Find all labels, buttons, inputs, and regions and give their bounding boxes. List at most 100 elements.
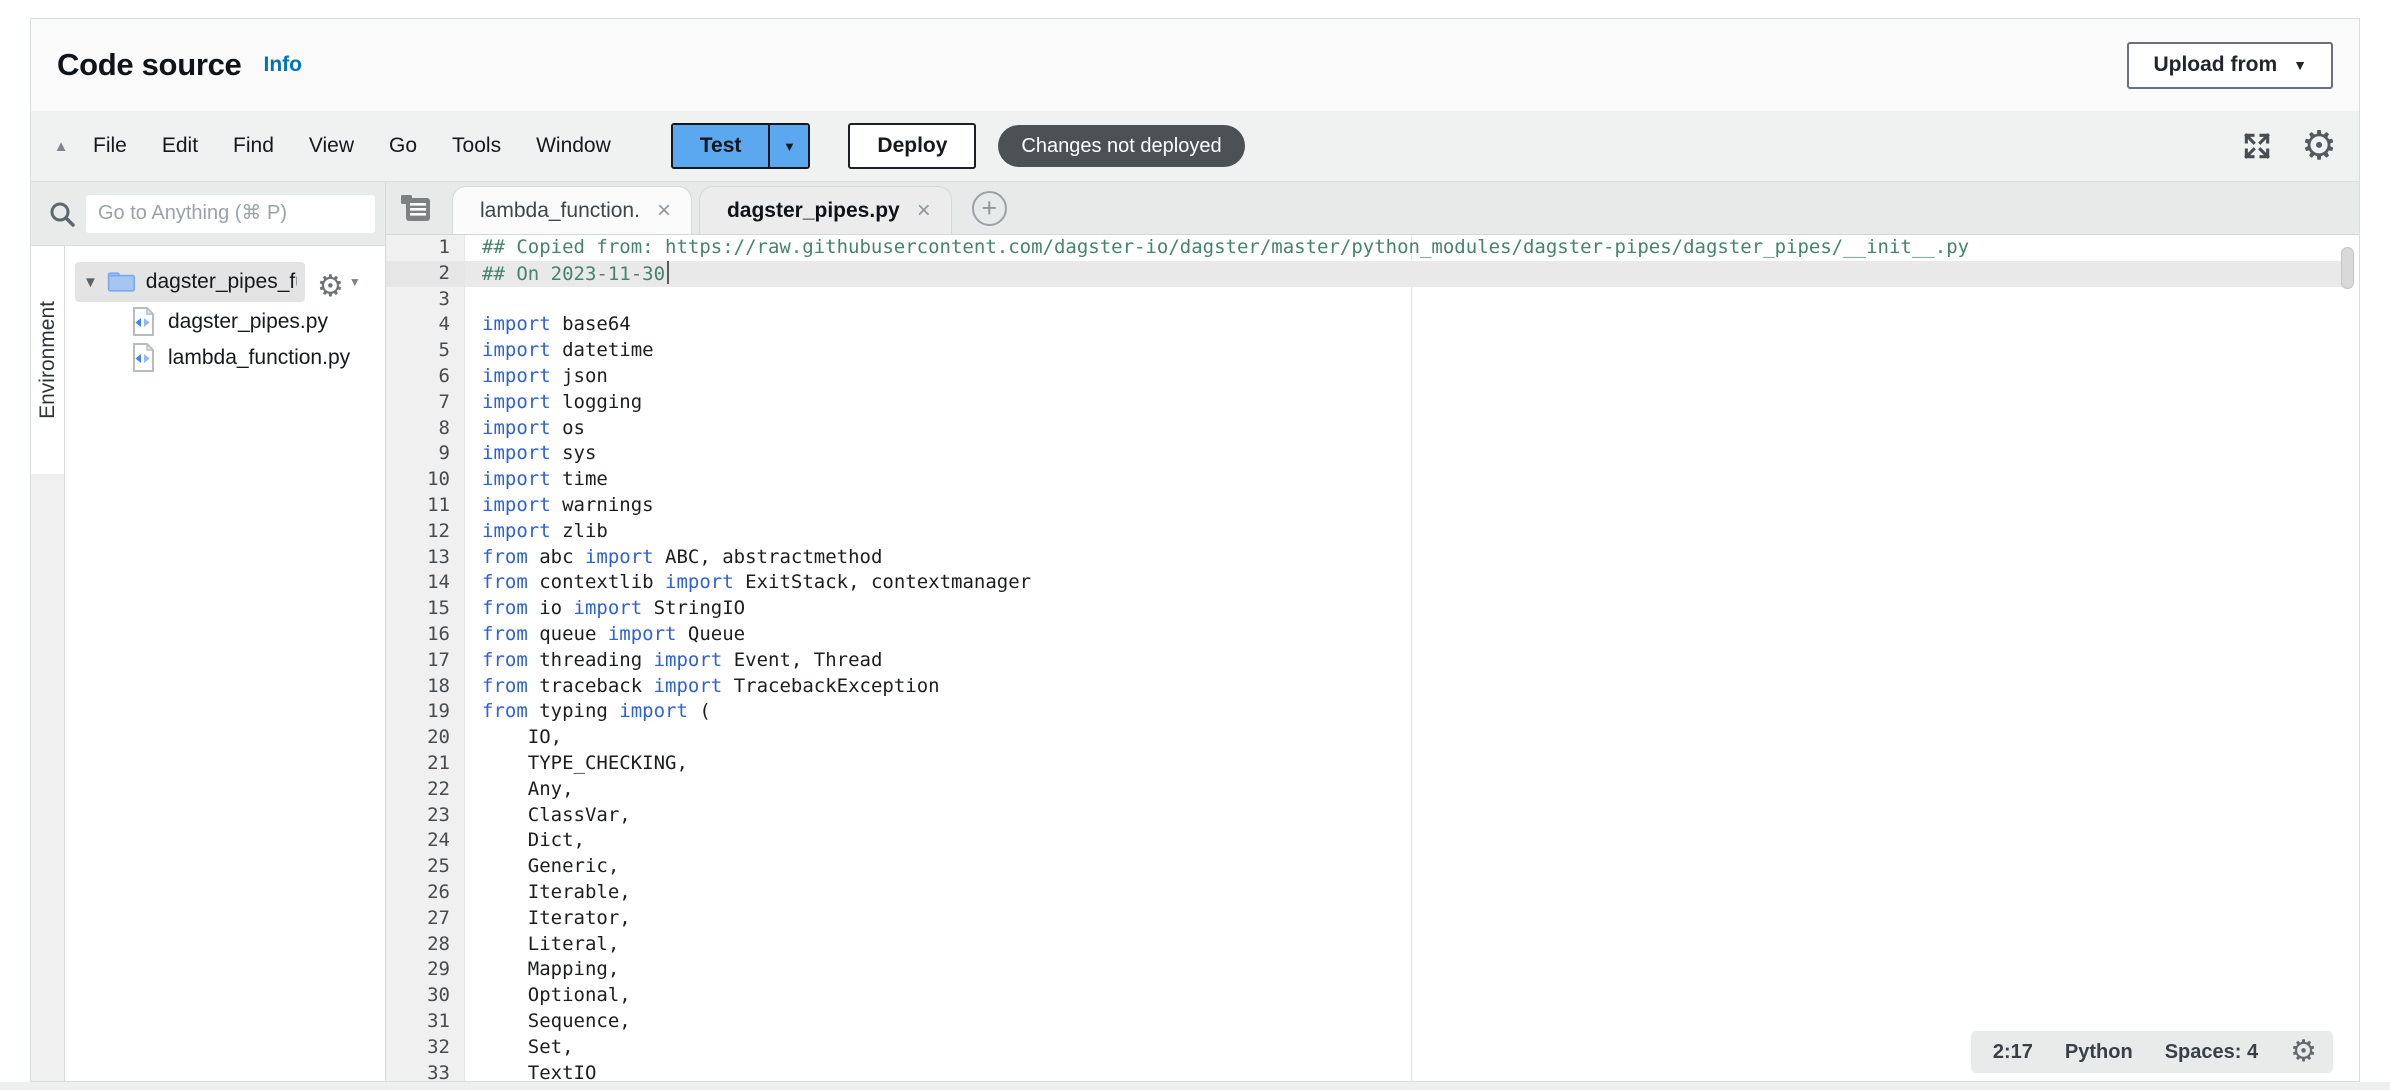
line-number[interactable]: 4 <box>386 312 465 338</box>
line-number[interactable]: 3 <box>386 287 465 313</box>
line-content[interactable]: TYPE_CHECKING, <box>465 751 2343 777</box>
tab-lambda-function-[interactable]: lambda_function.× <box>452 186 692 234</box>
line-content[interactable]: ## Copied from: https://raw.githubuserco… <box>465 235 2343 261</box>
line-content[interactable]: Iterator, <box>465 906 2343 932</box>
indent-setting[interactable]: Spaces: 4 <box>2165 1041 2258 1064</box>
line-content[interactable]: from traceback import TracebackException <box>465 674 2343 700</box>
line-number[interactable]: 10 <box>386 467 465 493</box>
line-content[interactable]: import warnings <box>465 493 2343 519</box>
line-number[interactable]: 13 <box>386 545 465 571</box>
line-number[interactable]: 8 <box>386 416 465 442</box>
line-content[interactable]: from queue import Queue <box>465 622 2343 648</box>
line-content[interactable]: import json <box>465 364 2343 390</box>
tree-file-lambda-function-py[interactable]: lambda_function.py <box>65 340 385 376</box>
cursor-position[interactable]: 2:17 <box>1993 1041 2033 1064</box>
line-number[interactable]: 31 <box>386 1009 465 1035</box>
line-content[interactable]: ClassVar, <box>465 803 2343 829</box>
editor-settings-gear-icon[interactable]: ⚙ <box>2290 1037 2317 1067</box>
line-number[interactable]: 16 <box>386 622 465 648</box>
line-number[interactable]: 24 <box>386 828 465 854</box>
line-content[interactable] <box>465 287 2343 313</box>
line-content[interactable]: import datetime <box>465 338 2343 364</box>
environment-tab[interactable]: Environment <box>31 246 64 474</box>
line-content[interactable]: Any, <box>465 777 2343 803</box>
line-number[interactable]: 7 <box>386 390 465 416</box>
tree-folder-row: ▼ dagster_pipes_funct ⚙ ▼ <box>75 262 385 302</box>
line-content[interactable]: IO, <box>465 725 2343 751</box>
upload-from-button[interactable]: Upload from ▼ <box>2127 42 2333 89</box>
line-content[interactable]: Iterable, <box>465 880 2343 906</box>
line-content[interactable]: import base64 <box>465 312 2343 338</box>
code-line: 29 Mapping, <box>386 957 2359 983</box>
test-button-label[interactable]: Test <box>673 125 769 167</box>
line-number[interactable]: 23 <box>386 803 465 829</box>
new-tab-button[interactable]: + <box>972 191 1007 226</box>
line-number[interactable]: 14 <box>386 570 465 596</box>
line-number[interactable]: 5 <box>386 338 465 364</box>
line-number[interactable]: 26 <box>386 880 465 906</box>
line-number[interactable]: 19 <box>386 699 465 725</box>
line-number[interactable]: 15 <box>386 596 465 622</box>
test-dropdown-icon[interactable]: ▼ <box>768 125 808 167</box>
line-content[interactable]: from abc import ABC, abstractmethod <box>465 545 2343 571</box>
menu-window[interactable]: Window <box>532 130 615 162</box>
tree-folder-dagster-pipes-function[interactable]: ▼ dagster_pipes_funct <box>75 262 305 302</box>
line-number[interactable]: 6 <box>386 364 465 390</box>
close-tab-icon[interactable]: × <box>917 199 931 223</box>
menu-tools[interactable]: Tools <box>448 130 505 162</box>
line-content[interactable]: from typing import ( <box>465 699 2343 725</box>
vertical-scrollbar-thumb[interactable] <box>2341 247 2354 289</box>
line-number[interactable]: 9 <box>386 441 465 467</box>
line-content[interactable]: import logging <box>465 390 2343 416</box>
folder-expand-caret-icon[interactable]: ▼ <box>83 274 107 291</box>
language-mode[interactable]: Python <box>2065 1041 2133 1064</box>
tree-file-dagster-pipes-py[interactable]: dagster_pipes.py <box>65 304 385 340</box>
line-number[interactable]: 17 <box>386 648 465 674</box>
menu-find[interactable]: Find <box>229 130 278 162</box>
line-content[interactable]: import sys <box>465 441 2343 467</box>
menu-edit[interactable]: Edit <box>158 130 202 162</box>
line-number[interactable]: 28 <box>386 932 465 958</box>
line-number[interactable]: 22 <box>386 777 465 803</box>
line-number[interactable]: 33 <box>386 1061 465 1082</box>
line-content[interactable]: Mapping, <box>465 957 2343 983</box>
line-number[interactable]: 30 <box>386 983 465 1009</box>
line-number[interactable]: 32 <box>386 1035 465 1061</box>
collapse-menu-icon[interactable]: ▲ <box>45 138 77 155</box>
ide-settings-gear-icon[interactable]: ⚙ <box>2301 126 2337 166</box>
line-number[interactable]: 29 <box>386 957 465 983</box>
line-number[interactable]: 1 <box>386 235 465 261</box>
close-tab-icon[interactable]: × <box>657 199 671 223</box>
tab-list-icon[interactable] <box>398 191 434 225</box>
test-button[interactable]: Test ▼ <box>671 123 811 169</box>
line-number[interactable]: 2 <box>386 261 465 287</box>
line-number[interactable]: 20 <box>386 725 465 751</box>
line-number[interactable]: 11 <box>386 493 465 519</box>
info-link[interactable]: Info <box>263 53 301 77</box>
fullscreen-icon[interactable] <box>2241 130 2273 162</box>
line-content[interactable]: from threading import Event, Thread <box>465 648 2343 674</box>
code-editor[interactable]: 1## Copied from: https://raw.githubuserc… <box>386 235 2359 1081</box>
line-content[interactable]: import time <box>465 467 2343 493</box>
folder-settings-menu[interactable]: ⚙ ▼ <box>317 262 361 302</box>
line-content[interactable]: Optional, <box>465 983 2343 1009</box>
menu-view[interactable]: View <box>305 130 358 162</box>
line-content[interactable]: from contextlib import ExitStack, contex… <box>465 570 2343 596</box>
goto-anything-input[interactable] <box>86 195 375 233</box>
deploy-button[interactable]: Deploy <box>848 123 976 169</box>
line-content[interactable]: ## On 2023-11-30 <box>465 261 2343 287</box>
line-content[interactable]: import os <box>465 416 2343 442</box>
line-number[interactable]: 27 <box>386 906 465 932</box>
line-number[interactable]: 25 <box>386 854 465 880</box>
line-content[interactable]: Generic, <box>465 854 2343 880</box>
line-content[interactable]: import zlib <box>465 519 2343 545</box>
tab-dagster-pipes-py[interactable]: dagster_pipes.py× <box>699 186 952 234</box>
line-number[interactable]: 21 <box>386 751 465 777</box>
menu-file[interactable]: File <box>89 130 131 162</box>
line-number[interactable]: 12 <box>386 519 465 545</box>
line-content[interactable]: Literal, <box>465 932 2343 958</box>
line-content[interactable]: from io import StringIO <box>465 596 2343 622</box>
menu-go[interactable]: Go <box>385 130 421 162</box>
line-content[interactable]: Dict, <box>465 828 2343 854</box>
line-number[interactable]: 18 <box>386 674 465 700</box>
